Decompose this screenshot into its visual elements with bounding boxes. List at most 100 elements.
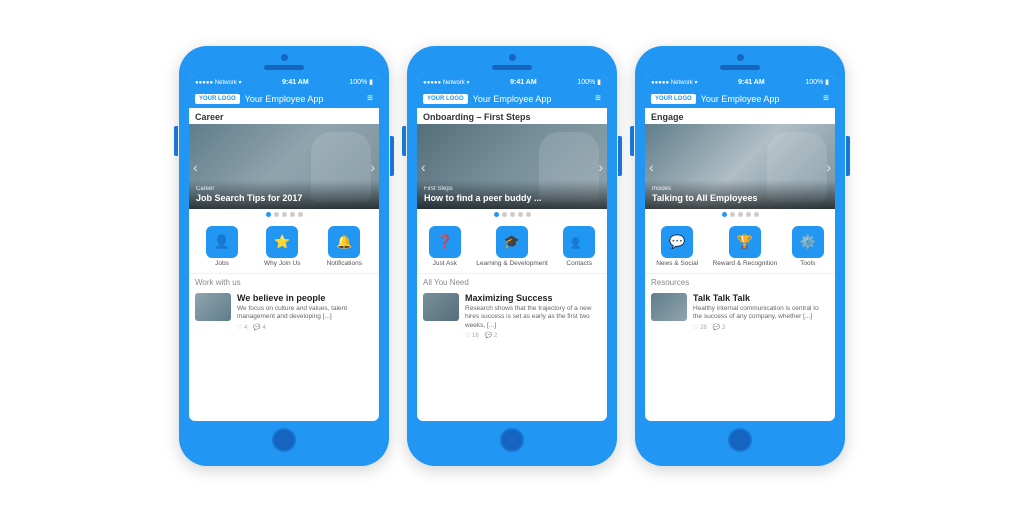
phone-wrapper-onboarding: ●●●●● Network ▾ 9:41 AM 100% ▮ YOUR LOGO… [407, 46, 617, 466]
content-card-body: Research shows that the trajectory of a … [465, 305, 601, 330]
logo-badge: YOUR LOGO [423, 94, 468, 104]
dot-1[interactable] [274, 212, 279, 217]
status-battery: 100% ▮ [805, 78, 829, 86]
hero-area: ‹› First Steps How to find a peer buddy … [417, 124, 607, 209]
content-card[interactable]: We believe in peopleWe focus on culture … [195, 290, 373, 334]
card-likes[interactable]: ♡ 4 [237, 324, 247, 331]
dot-0[interactable] [494, 212, 499, 217]
action-label: Notifications [327, 260, 362, 267]
content-card-image [195, 293, 231, 321]
card-likes[interactable]: ♡ 28 [693, 324, 707, 331]
hamburger-icon[interactable]: ≡ [367, 93, 373, 104]
dot-0[interactable] [722, 212, 727, 217]
quick-actions: 💬 News & Social 🏆 Reward & Recognition ⚙… [645, 220, 835, 274]
dot-2[interactable] [510, 212, 515, 217]
status-bar: ●●●●● Network ▾ 9:41 AM 100% ▮ [645, 75, 835, 89]
hero-area: ‹› Career Job Search Tips for 2017 [189, 124, 379, 209]
hamburger-icon[interactable]: ≡ [595, 93, 601, 104]
dot-4[interactable] [298, 212, 303, 217]
hero-title: Job Search Tips for 2017 [196, 193, 372, 204]
hero-nav-right[interactable]: › [826, 159, 831, 175]
section-header: Career [189, 108, 379, 124]
quick-action-1[interactable]: 🏆 Reward & Recognition [713, 226, 778, 267]
quick-action-2[interactable]: 👥 Contacts [563, 226, 595, 267]
dot-1[interactable] [502, 212, 507, 217]
action-label: Just Ask [433, 260, 457, 267]
status-time: 9:41 AM [510, 79, 537, 86]
app-title: Your Employee App [473, 94, 590, 104]
screen-career: ●●●●● Network ▾ 9:41 AM 100% ▮ YOUR LOGO… [189, 75, 379, 421]
card-likes[interactable]: ♡ 16 [465, 332, 479, 339]
card-comments[interactable]: 💬 4 [253, 324, 265, 331]
content-card[interactable]: Talk Talk TalkHealthy internal communica… [651, 290, 829, 334]
section-header: Engage [645, 108, 835, 124]
dot-3[interactable] [290, 212, 295, 217]
phone-camera [737, 54, 744, 61]
phone-speaker [264, 65, 304, 70]
content-card-image [423, 293, 459, 321]
dot-3[interactable] [518, 212, 523, 217]
logo-badge: YOUR LOGO [651, 94, 696, 104]
quick-action-2[interactable]: ⚙️ Tools [792, 226, 824, 267]
quick-action-2[interactable]: 🔔 Notifications [327, 226, 362, 267]
content-section-title: All You Need [423, 278, 601, 287]
phone-home-button[interactable] [272, 428, 296, 452]
hero-nav-left[interactable]: ‹ [649, 159, 654, 175]
card-meta: ♡ 28 💬 3 [693, 324, 829, 331]
section-header: Onboarding – First Steps [417, 108, 607, 124]
quick-action-0[interactable]: ❓ Just Ask [429, 226, 461, 267]
hero-dots [189, 209, 379, 220]
action-icon: ⚙️ [792, 226, 824, 258]
content-card-title: Talk Talk Talk [693, 293, 829, 303]
dot-4[interactable] [526, 212, 531, 217]
hero-nav-right[interactable]: › [598, 159, 603, 175]
phone-career: ●●●●● Network ▾ 9:41 AM 100% ▮ YOUR LOGO… [179, 46, 389, 466]
phone-camera [281, 54, 288, 61]
dot-3[interactable] [746, 212, 751, 217]
dot-0[interactable] [266, 212, 271, 217]
action-icon: 🔔 [328, 226, 360, 258]
action-label: Reward & Recognition [713, 260, 778, 267]
card-meta: ♡ 4 💬 4 [237, 324, 373, 331]
dot-2[interactable] [738, 212, 743, 217]
content-card[interactable]: Maximizing Success Research shows that th… [423, 290, 601, 342]
content-section: All You Need Maximizing Success Research s… [417, 274, 607, 344]
content-section-title: Resources [651, 278, 829, 287]
card-comments[interactable]: 💬 3 [713, 324, 725, 331]
phone-home-button[interactable] [728, 428, 752, 452]
quick-action-1[interactable]: ⭐ Why Join Us [264, 226, 300, 267]
action-icon: 🏆 [729, 226, 761, 258]
phone-wrapper-career: ●●●●● Network ▾ 9:41 AM 100% ▮ YOUR LOGO… [179, 46, 389, 466]
hamburger-icon[interactable]: ≡ [823, 93, 829, 104]
hero-nav-left[interactable]: ‹ [193, 159, 198, 175]
action-icon: 👤 [206, 226, 238, 258]
status-signal: ●●●●● Network ▾ [423, 79, 469, 86]
hero-area: ‹› Insides Talking to All Employees [645, 124, 835, 209]
phones-container: ●●●●● Network ▾ 9:41 AM 100% ▮ YOUR LOGO… [0, 0, 1024, 512]
action-icon: ⭐ [266, 226, 298, 258]
action-label: Tools [800, 260, 815, 267]
action-label: News & Social [656, 260, 698, 267]
content-section-title: Work with us [195, 278, 373, 287]
hero-nav-left[interactable]: ‹ [421, 159, 426, 175]
action-icon: ❓ [429, 226, 461, 258]
dot-4[interactable] [754, 212, 759, 217]
hero-nav-right[interactable]: › [370, 159, 375, 175]
status-time: 9:41 AM [738, 79, 765, 86]
app-title: Your Employee App [701, 94, 818, 104]
content-card-title: Maximizing Success [465, 293, 601, 303]
phone-camera [509, 54, 516, 61]
app-header: YOUR LOGO Your Employee App ≡ [189, 89, 379, 108]
phone-engage: ●●●●● Network ▾ 9:41 AM 100% ▮ YOUR LOGO… [635, 46, 845, 466]
card-comments[interactable]: 💬 2 [485, 332, 497, 339]
status-signal: ●●●●● Network ▾ [651, 79, 697, 86]
dot-2[interactable] [282, 212, 287, 217]
quick-action-0[interactable]: 👤 Jobs [206, 226, 238, 267]
quick-action-1[interactable]: 🎓 Learning & Development [476, 226, 548, 267]
action-label: Why Join Us [264, 260, 300, 267]
quick-action-0[interactable]: 💬 News & Social [656, 226, 698, 267]
phone-home-button[interactable] [500, 428, 524, 452]
hero-category: First Steps [424, 186, 600, 192]
quick-actions: 👤 Jobs ⭐ Why Join Us 🔔 Notifications [189, 220, 379, 274]
dot-1[interactable] [730, 212, 735, 217]
